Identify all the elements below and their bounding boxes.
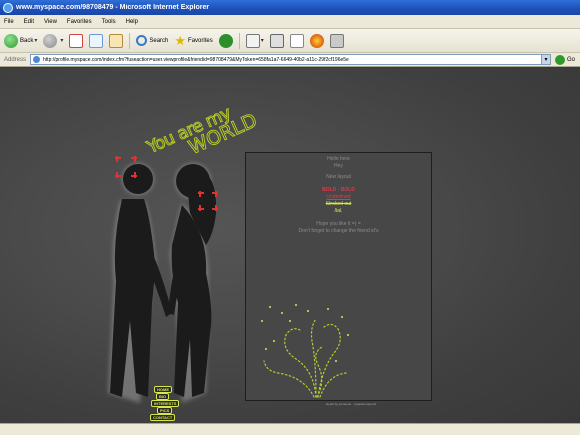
strikethrough-text: Stroked out bbox=[325, 201, 352, 207]
swirl-decoration-image bbox=[261, 304, 349, 398]
print-icon bbox=[269, 33, 284, 48]
bold-text: BOLD - BOLD bbox=[322, 187, 355, 193]
menu-favorites[interactable]: Favorites bbox=[67, 19, 92, 25]
toolbar-separator bbox=[129, 32, 131, 49]
back-label: Back bbox=[20, 37, 34, 44]
go-label: Go bbox=[567, 56, 576, 63]
media-icon bbox=[218, 33, 233, 48]
menu-file[interactable]: File bbox=[4, 19, 14, 25]
search-icon bbox=[136, 35, 148, 46]
research-button[interactable] bbox=[329, 33, 344, 48]
greeting-line-1: Hello here bbox=[327, 156, 350, 162]
chevron-down-icon: ▾ bbox=[34, 38, 38, 44]
sparkle-icon bbox=[198, 191, 218, 211]
menu-help[interactable]: Help bbox=[126, 19, 138, 25]
forward-arrow-icon bbox=[43, 33, 58, 48]
address-url: http://profile.myspace.com/index.cfm?fus… bbox=[43, 56, 349, 63]
sparkle-icon bbox=[115, 156, 137, 178]
nav-link-contact[interactable]: CONTACT bbox=[150, 414, 176, 421]
menu-edit[interactable]: Edit bbox=[24, 19, 34, 25]
reminder-text: Don't forget to change the friend id's bbox=[298, 228, 379, 234]
mail-icon bbox=[245, 33, 260, 48]
content-box: Hello here Hey New layout BOLD - BOLD Un… bbox=[245, 152, 432, 401]
menu-bar: File Edit View Favorites Tools Help bbox=[0, 15, 580, 29]
favorites-label: Favorites bbox=[188, 37, 213, 44]
chevron-down-icon: ▾ bbox=[60, 38, 64, 44]
nav-link-home[interactable]: HOME bbox=[154, 386, 172, 393]
nav-link-interests[interactable]: INTERESTS bbox=[151, 400, 180, 407]
address-bar: Address http://profile.myspace.com/index… bbox=[0, 53, 580, 67]
refresh-button[interactable] bbox=[89, 33, 104, 48]
hope-text: Hope you like it =) = bbox=[316, 221, 361, 227]
toolbar: Back ▾ ▾ Search ★ Favorites ▾ bbox=[0, 29, 580, 53]
status-bar bbox=[0, 423, 580, 435]
menu-tools[interactable]: Tools bbox=[102, 19, 116, 25]
chevron-down-icon[interactable]: ▾ bbox=[541, 55, 551, 64]
favorites-button[interactable]: ★ Favorites bbox=[174, 34, 212, 47]
stop-icon bbox=[69, 33, 84, 48]
forward-button[interactable]: ▾ bbox=[43, 33, 64, 48]
back-button[interactable]: Back ▾ bbox=[4, 33, 38, 48]
back-arrow-icon bbox=[4, 33, 18, 48]
toolbar-separator bbox=[238, 32, 240, 49]
chevron-down-icon: ▾ bbox=[260, 38, 264, 44]
italic-text: Ital. bbox=[334, 208, 343, 214]
nav-link-bio[interactable]: BIO bbox=[156, 393, 170, 400]
page-content: You are my WORLD HOME BIO INTERESTS PICS… bbox=[0, 68, 580, 423]
stop-button[interactable] bbox=[69, 33, 84, 48]
home-button[interactable] bbox=[109, 33, 124, 48]
ie-logo-icon bbox=[3, 2, 13, 13]
greeting-line-2: Hey bbox=[334, 163, 343, 169]
footer-text: layout by someone · myspace layouts bbox=[326, 402, 377, 406]
go-arrow-icon bbox=[555, 54, 566, 65]
search-button[interactable]: Search bbox=[136, 35, 168, 46]
media-button[interactable] bbox=[218, 33, 233, 48]
page-icon bbox=[33, 56, 41, 63]
address-label: Address bbox=[4, 56, 27, 63]
messenger-icon bbox=[309, 33, 324, 48]
go-button[interactable]: Go bbox=[555, 54, 576, 65]
mail-button[interactable]: ▾ bbox=[245, 33, 264, 48]
menu-view[interactable]: View bbox=[44, 19, 57, 25]
refresh-icon bbox=[89, 33, 104, 48]
edit-icon bbox=[289, 33, 304, 48]
window-title: www.myspace.com/98708479 - Microsoft Int… bbox=[16, 4, 210, 11]
new-layout-text: New layout bbox=[326, 174, 351, 180]
star-icon: ★ bbox=[174, 33, 187, 48]
print-button[interactable] bbox=[269, 33, 284, 48]
messenger-button[interactable] bbox=[309, 33, 324, 48]
address-input[interactable]: http://profile.myspace.com/index.cfm?fus… bbox=[30, 54, 552, 65]
title-bar: www.myspace.com/98708479 - Microsoft Int… bbox=[0, 0, 580, 15]
search-label: Search bbox=[149, 37, 169, 44]
home-icon bbox=[109, 33, 124, 48]
edit-button[interactable] bbox=[289, 33, 304, 48]
nav-link-pics[interactable]: PICS bbox=[157, 407, 173, 414]
research-icon bbox=[329, 33, 344, 48]
underlined-text: Underlined bbox=[326, 194, 351, 200]
